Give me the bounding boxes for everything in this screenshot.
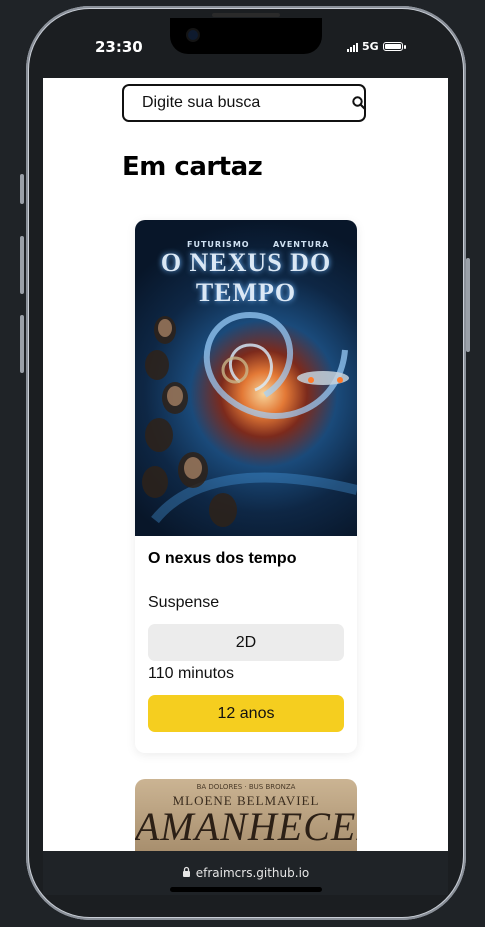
poster-title: O NEXUS DO TEMPO	[160, 248, 332, 307]
movie-genre: Suspense	[148, 594, 220, 611]
mute-switch	[20, 174, 24, 204]
volume-down-button	[20, 315, 24, 373]
camera-icon	[188, 30, 198, 40]
age-rating-badge[interactable]: 12 anos	[148, 695, 344, 732]
poster-kicker: BA DOLORES · BUS BRONZA	[196, 783, 296, 791]
movie-card-poster[interactable]: BA DOLORES · BUS BRONZA MLOENE BELMAVIEL…	[135, 779, 357, 851]
format-badge[interactable]: 2D	[148, 624, 344, 661]
movie-title: O nexus dos tempo	[148, 550, 297, 567]
notch	[170, 18, 322, 54]
home-indicator[interactable]	[170, 887, 322, 892]
search-icon[interactable]	[351, 95, 367, 111]
search-bar[interactable]	[122, 84, 367, 122]
movie-duration: 110 minutos	[148, 665, 234, 682]
power-button	[466, 258, 470, 352]
volume-up-button	[20, 236, 24, 294]
app-screen: Em cartaz	[43, 78, 448, 851]
speaker-grille	[212, 13, 280, 17]
battery-icon	[382, 42, 406, 51]
movie-poster: FUTURISMO AVENTURA O NEXUS DO TEMPO	[135, 220, 357, 536]
url-text: efraimcrs.github.io	[195, 866, 310, 880]
page-title: Em cartaz	[122, 152, 263, 182]
lock-icon	[182, 866, 191, 880]
status-time: 23:30	[95, 38, 143, 56]
network-label: 5G	[362, 40, 379, 53]
poster-title: AMANHECER	[135, 804, 357, 849]
search-input[interactable]	[140, 93, 351, 113]
status-indicators: 5G	[347, 40, 406, 53]
movie-card[interactable]: FUTURISMO AVENTURA O NEXUS DO TEMPO O ne…	[135, 220, 357, 753]
signal-icon	[347, 42, 358, 52]
